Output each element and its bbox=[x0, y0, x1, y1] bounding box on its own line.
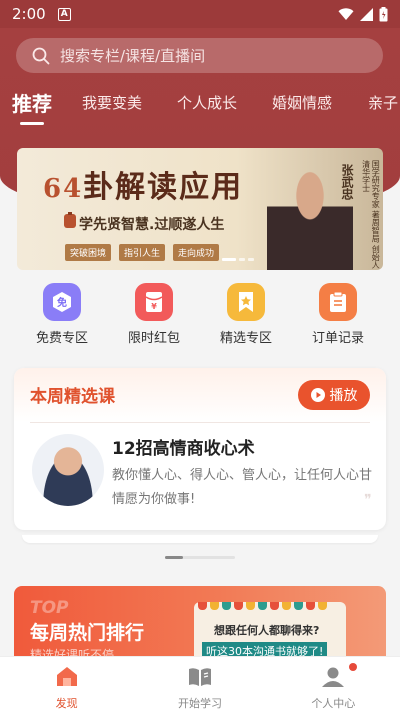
search-bar[interactable]: 搜索专栏/课程/直播间 bbox=[16, 38, 383, 73]
status-icons bbox=[338, 6, 388, 22]
play-label: 播放 bbox=[329, 388, 358, 404]
signal-icon bbox=[360, 7, 373, 21]
wifi-icon bbox=[338, 7, 354, 20]
card-divider bbox=[30, 422, 370, 423]
profile-icon bbox=[322, 667, 345, 687]
tab-growth[interactable]: 个人成长 bbox=[177, 92, 237, 113]
quick-label: 限时红包 bbox=[127, 331, 180, 346]
tab-label: 发现 bbox=[55, 697, 78, 710]
card-stack-edge bbox=[22, 535, 378, 543]
quick-label: 订单记录 bbox=[311, 331, 364, 346]
tab-label: 个人中心 bbox=[311, 697, 356, 710]
lantern-icon bbox=[64, 212, 76, 228]
tab-marriage[interactable]: 婚姻情感 bbox=[272, 92, 332, 113]
bottom-tab-bar: 发现 开始学习 个人中心 bbox=[0, 656, 400, 711]
quick-label: 精选专区 bbox=[219, 331, 272, 346]
course-title: 12招高情商收心术 bbox=[112, 439, 255, 459]
quick-featured[interactable]: 精选专区 bbox=[206, 283, 286, 346]
book-icon bbox=[188, 668, 211, 686]
tab-beauty[interactable]: 我要变美 bbox=[82, 92, 142, 113]
quote-icon: ❞ bbox=[364, 492, 372, 508]
search-placeholder: 搜索专栏/课程/直播间 bbox=[60, 47, 206, 65]
clipboard-icon bbox=[319, 283, 357, 321]
course-avatar bbox=[32, 434, 104, 506]
promo-banner[interactable]: 64卦解读应用 学先贤智慧.过顺遂人生 突破困境 指引人生 走向成功 张武忠 国… bbox=[17, 148, 383, 270]
flag-decoration bbox=[198, 602, 327, 610]
banner-chip: 指引人生 bbox=[119, 244, 166, 261]
battery-icon bbox=[379, 6, 388, 21]
notification-badge bbox=[349, 663, 358, 671]
tab-indicator bbox=[20, 122, 44, 125]
status-bar: 2:00 A bbox=[0, 0, 400, 28]
banner-desc: 国学研究专家 著周智局 创始人 清华学士 bbox=[361, 160, 381, 270]
notification-icon: A bbox=[57, 7, 71, 21]
search-icon bbox=[32, 47, 50, 64]
banner-chip: 走向成功 bbox=[173, 244, 220, 261]
book-question: 想跟任何人都聊得来? bbox=[214, 624, 320, 637]
course-desc: 教你懂人心、得人心、管人心，让任何人心甘情愿为你做事! bbox=[112, 468, 373, 507]
category-tabs: 推荐 我要变美 个人成长 婚姻情感 亲子 bbox=[0, 88, 400, 128]
rank-book-card: 想跟任何人都聊得来? 听这30本沟通书就够了! bbox=[194, 602, 346, 656]
tab-label: 开始学习 bbox=[177, 697, 222, 710]
banner-subtitle: 学先贤智慧.过顺遂人生 bbox=[79, 217, 225, 233]
red-packet-icon: ¥ bbox=[135, 283, 173, 321]
rank-subtitle: 精选好课听不停 bbox=[30, 648, 115, 656]
tab-recommend[interactable]: 推荐 bbox=[12, 88, 52, 117]
star-bookmark-icon bbox=[227, 283, 265, 321]
banner-pager bbox=[222, 258, 254, 261]
banner-title: 64卦解读应用 bbox=[43, 170, 244, 205]
weekly-title: 本周精选课 bbox=[30, 387, 115, 407]
tab-discover[interactable]: 发现 bbox=[0, 657, 133, 711]
weekly-rank-banner[interactable]: TOP 每周热门排行 精选好课听不停 想跟任何人都聊得来? 听这30本沟通书就够… bbox=[14, 586, 386, 656]
card-pager bbox=[165, 556, 235, 559]
free-icon: 免 bbox=[43, 283, 81, 321]
svg-text:¥: ¥ bbox=[151, 302, 157, 311]
status-time: 2:00 bbox=[12, 5, 46, 23]
weekly-course-card[interactable]: 本周精选课 播放 12招高情商收心术 教你懂人心、得人心、管人心，让任何人心甘情… bbox=[14, 368, 386, 530]
quick-red-packet[interactable]: ¥ 限时红包 bbox=[114, 283, 194, 346]
rank-title: 每周热门排行 bbox=[30, 622, 145, 644]
quick-label: 免费专区 bbox=[35, 331, 88, 346]
book-highlight: 听这30本沟通书就够了! bbox=[202, 642, 328, 656]
tab-parenting[interactable]: 亲子 bbox=[368, 92, 398, 113]
banner-name: 张武忠 bbox=[340, 164, 354, 200]
quick-entries: 免 免费专区 ¥ 限时红包 精选专区 订单记录 bbox=[0, 283, 400, 353]
play-icon bbox=[310, 388, 325, 402]
discover-icon bbox=[56, 667, 77, 686]
rank-top-word: TOP bbox=[30, 598, 69, 618]
banner-chips: 突破困境 指引人生 走向成功 bbox=[65, 244, 220, 261]
tab-profile[interactable]: 个人中心 bbox=[267, 657, 400, 711]
quick-orders[interactable]: 订单记录 bbox=[298, 283, 378, 346]
play-button[interactable]: 播放 bbox=[298, 380, 370, 410]
quick-free[interactable]: 免 免费专区 bbox=[22, 283, 102, 346]
tab-start-learning[interactable]: 开始学习 bbox=[133, 657, 266, 711]
banner-chip: 突破困境 bbox=[65, 244, 112, 261]
svg-text:免: 免 bbox=[57, 296, 67, 309]
